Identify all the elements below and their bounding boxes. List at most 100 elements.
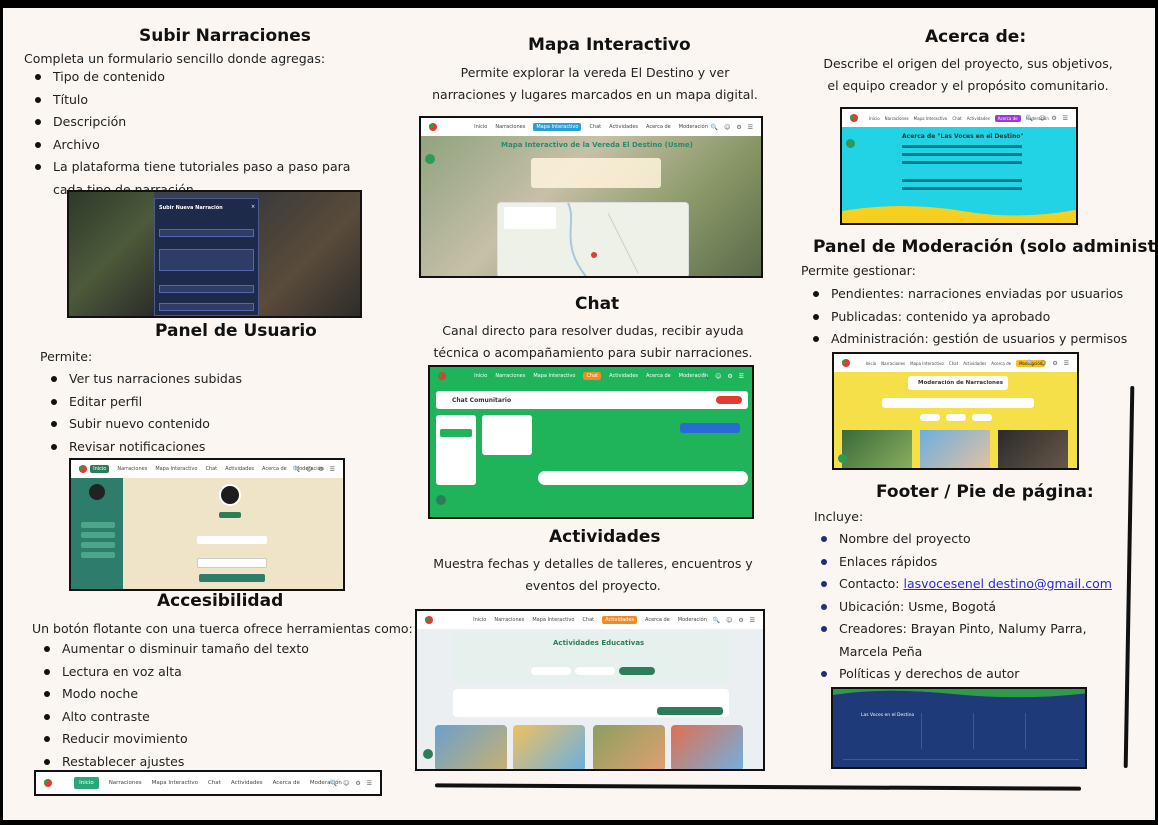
list-item: Alto contraste — [38, 706, 368, 729]
navbar: Inicio Narraciones Mapa Interactivo Chat… — [417, 611, 763, 629]
nav-item[interactable]: Acerca de — [646, 124, 671, 130]
close-icon[interactable]: × — [251, 204, 255, 210]
edit-profile-button[interactable] — [219, 512, 241, 518]
nav-item[interactable]: Actividades — [967, 116, 990, 121]
user-panel-list: Ver tus narraciones subidas Editar perfi… — [45, 368, 345, 458]
modal-title: Subir Nueva Narración — [159, 205, 223, 211]
contact-label: Contacto: — [839, 576, 904, 591]
nav-item[interactable]: Narraciones — [109, 780, 142, 786]
nav-item[interactable]: Actividades — [963, 361, 986, 366]
save-button[interactable] — [199, 574, 265, 582]
activities-screenshot: Inicio Narraciones Mapa Interactivo Chat… — [415, 609, 765, 771]
nav-item[interactable]: Mapa Interactivo — [155, 466, 197, 472]
modal-input[interactable] — [159, 229, 254, 237]
modal-file[interactable] — [159, 303, 254, 311]
nav-tools[interactable]: 🔍 ☺ ⚙ ☰ — [711, 124, 755, 131]
nav-item[interactable]: Chat — [582, 617, 594, 623]
accessibility-title: Accesibilidad — [157, 591, 284, 611]
nav-item[interactable]: Inicio — [474, 124, 487, 130]
nav-item[interactable]: Actividades — [609, 124, 638, 130]
user-panel-intro: Permite: — [40, 349, 93, 364]
activities-title: Actividades — [549, 527, 661, 547]
nav-item[interactable]: Chat — [205, 466, 217, 472]
nav-item[interactable]: Mapa Interactivo — [910, 361, 944, 366]
nav-item[interactable]: Moderación — [678, 617, 707, 623]
nav-item[interactable]: Actividades — [609, 373, 638, 379]
nav-item[interactable]: Acerca de — [991, 361, 1011, 366]
nav-item[interactable]: Chat — [208, 780, 221, 786]
chat-input[interactable] — [538, 471, 748, 485]
nav-item[interactable]: Moderación — [679, 124, 708, 130]
list-item: Enlaces rápidos — [815, 551, 1115, 574]
nav-item[interactable]: Actividades — [225, 466, 254, 472]
nav-item[interactable]: Mapa Interactivo — [533, 373, 575, 379]
nav-item[interactable]: Narraciones — [885, 116, 909, 121]
nav-tools[interactable]: 🔍 ☺ ⚙ ☰ — [293, 466, 337, 473]
nav-item[interactable]: Mapa Interactivo — [533, 123, 582, 131]
nav-item[interactable]: Chat — [949, 361, 958, 366]
gear-icon[interactable] — [425, 154, 435, 164]
room-item[interactable] — [440, 429, 472, 437]
nav-item[interactable]: Acerca de — [994, 114, 1021, 122]
footer-list: Nombre del proyecto Enlaces rápidos Cont… — [815, 528, 1115, 686]
nav-tools[interactable]: 🔍 ☺ ⚙ ☰ — [1026, 115, 1070, 122]
nav-tools[interactable]: 🔍 ☺ ⚙ ☰ — [1027, 360, 1071, 367]
gear-icon[interactable] — [838, 454, 847, 463]
nav-item[interactable]: Acerca de — [646, 373, 671, 379]
list-item: Descripción — [29, 111, 379, 134]
list-item: Reducir movimiento — [38, 728, 368, 751]
chat-rooms — [436, 415, 476, 485]
nav-tools[interactable]: 🔍 ☺ ⚙ ☰ — [330, 780, 374, 787]
nav-item[interactable]: Mapa Interactivo — [914, 116, 948, 121]
nav-tools[interactable]: 🔍 ☺ ⚙ ☰ — [713, 617, 757, 624]
list-item: Publicadas: contenido ya aprobado — [807, 306, 1147, 329]
nav-item[interactable]: Inicio — [866, 361, 877, 366]
nav-item[interactable]: Mapa Interactivo — [152, 780, 198, 786]
nav-item[interactable]: Narraciones — [495, 373, 525, 379]
nav-item[interactable]: Chat — [583, 372, 602, 380]
list-item: Tipo de contenido — [29, 66, 379, 89]
nav-item[interactable]: Inicio — [474, 373, 487, 379]
nav-item[interactable]: Acerca de — [273, 780, 300, 786]
contact-email-link[interactable]: lasvocesenel destino@gmail.com — [903, 576, 1111, 591]
accessibility-list: Aumentar o disminuir tamaño del texto Le… — [38, 638, 368, 773]
tab-admin[interactable] — [972, 414, 992, 421]
list-item: Revisar notificaciones — [45, 436, 345, 459]
gear-icon[interactable] — [423, 749, 433, 759]
nav-item[interactable]: Inicio — [74, 777, 99, 789]
nav-item[interactable]: Acerca de — [262, 466, 287, 472]
footer-intro: Incluye: — [814, 509, 864, 524]
create-activity-button[interactable] — [657, 707, 723, 715]
nav-item[interactable]: Actividades — [602, 616, 637, 624]
tab-published[interactable] — [946, 414, 966, 421]
list-item: Pendientes: narraciones enviadas por usu… — [807, 283, 1147, 306]
nav-item[interactable]: Mapa Interactivo — [532, 617, 574, 623]
nav-item[interactable]: Chat — [952, 116, 961, 121]
exit-chat-button[interactable] — [716, 396, 742, 404]
chat-desc: Canal directo para resolver dudas, recib… — [433, 323, 753, 360]
nav-item[interactable]: Narraciones — [495, 124, 525, 130]
gear-icon[interactable] — [436, 495, 446, 505]
nav-item[interactable]: Acerca de — [645, 617, 670, 623]
gear-icon[interactable] — [846, 139, 855, 148]
modal-textarea[interactable] — [159, 249, 254, 271]
user-panel-title: Panel de Usuario — [155, 321, 317, 341]
nav-item[interactable]: Inicio — [473, 617, 486, 623]
modal-select[interactable] — [159, 285, 254, 293]
nav-item[interactable]: Inicio — [869, 116, 880, 121]
nav-item[interactable]: Narraciones — [117, 466, 147, 472]
logo-icon — [79, 465, 87, 473]
tab-pending[interactable] — [920, 414, 940, 421]
nav-tools[interactable]: 🔍 ☺ ⚙ ☰ — [702, 373, 746, 380]
chat-message — [680, 423, 740, 433]
tab-button[interactable] — [619, 667, 655, 675]
nav-item[interactable]: Narraciones — [494, 617, 524, 623]
nav-item[interactable]: Narraciones — [881, 361, 905, 366]
list-item: Políticas y derechos de autor — [815, 663, 1115, 686]
nav-item[interactable]: Actividades — [231, 780, 263, 786]
nav-item[interactable]: Inicio — [90, 465, 110, 473]
category-select[interactable] — [197, 558, 267, 568]
nav-item[interactable]: Chat — [589, 124, 601, 130]
map-widget[interactable] — [497, 202, 689, 276]
list-item: Ubicación: Usme, Bogotá — [815, 596, 1115, 619]
